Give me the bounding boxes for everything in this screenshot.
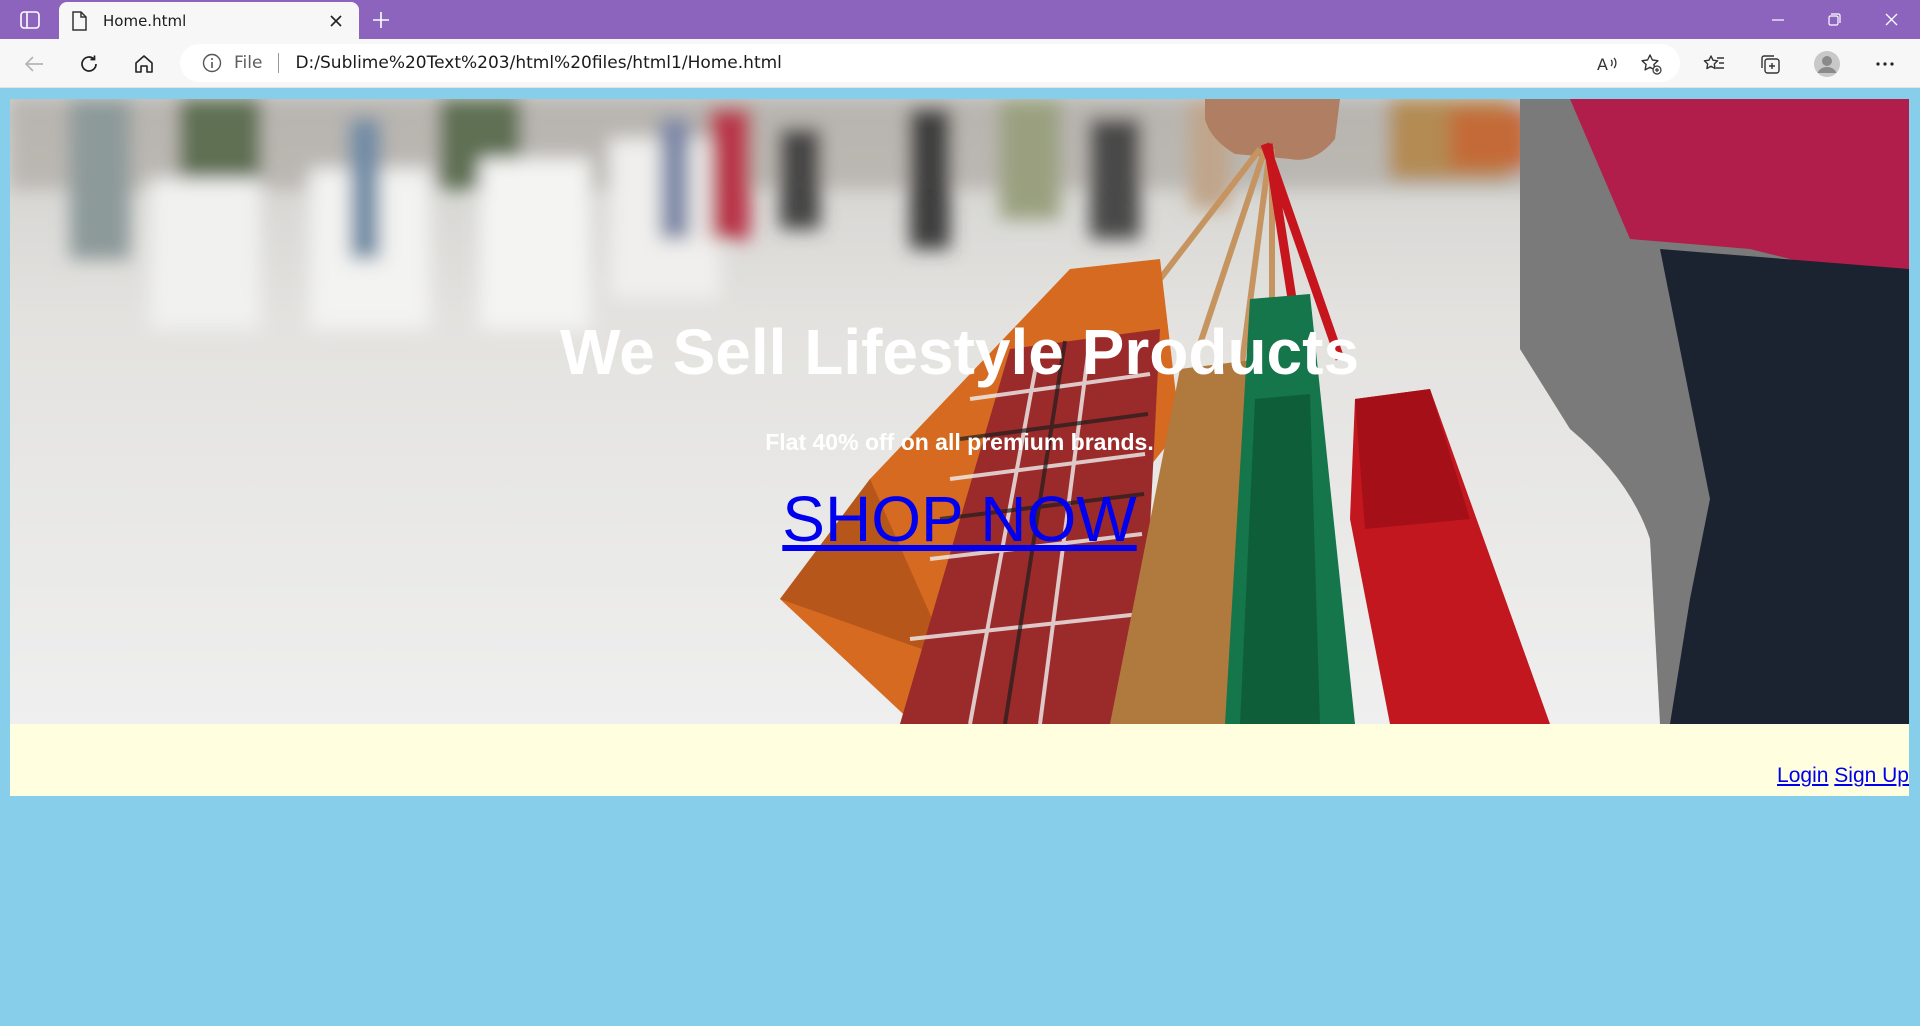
hero-subtitle: Flat 40% off on all premium brands. <box>765 429 1154 455</box>
tab-title: Home.html <box>103 11 187 30</box>
home-icon[interactable] <box>127 49 161 79</box>
minimize-icon[interactable] <box>1749 0 1806 39</box>
window-close-icon[interactable] <box>1863 0 1920 39</box>
collections-icon[interactable] <box>1753 49 1787 79</box>
read-aloud-icon[interactable]: A <box>1590 49 1624 79</box>
favorites-icon[interactable] <box>1697 49 1731 79</box>
shop-now-link[interactable]: SHOP NOW <box>782 483 1136 555</box>
refresh-icon[interactable] <box>72 49 106 79</box>
add-favorite-icon[interactable] <box>1634 49 1668 79</box>
url-scheme-label: File <box>234 53 263 73</box>
url-separator <box>278 53 280 73</box>
close-icon[interactable] <box>325 10 347 32</box>
more-icon[interactable] <box>1868 49 1902 79</box>
info-icon[interactable] <box>202 53 222 73</box>
browser-tab[interactable]: Home.html <box>59 2 359 39</box>
browser-tab-bar: Home.html <box>0 0 1920 39</box>
plus-icon[interactable] <box>367 7 395 33</box>
back-icon[interactable] <box>17 49 51 79</box>
document-icon <box>71 10 91 31</box>
address-bar[interactable]: File D:/Sublime%20Text%203/html%20files/… <box>180 44 1680 82</box>
login-link[interactable]: Login <box>1777 764 1828 787</box>
url-text[interactable]: D:/Sublime%20Text%203/html%20files/html1… <box>295 53 781 73</box>
footer-bar: Login Sign Up <box>10 724 1909 796</box>
restore-icon[interactable] <box>1806 0 1863 39</box>
browser-toolbar: File D:/Sublime%20Text%203/html%20files/… <box>0 39 1920 88</box>
signup-link[interactable]: Sign Up <box>1834 764 1909 787</box>
tab-actions-icon[interactable] <box>12 7 48 33</box>
hero-title: We Sell Lifestyle Products <box>559 316 1360 388</box>
profile-icon[interactable] <box>1810 49 1844 79</box>
hero-banner: We Sell Lifestyle Products Flat 40% off … <box>10 99 1909 724</box>
svg-text:A: A <box>1597 55 1608 74</box>
